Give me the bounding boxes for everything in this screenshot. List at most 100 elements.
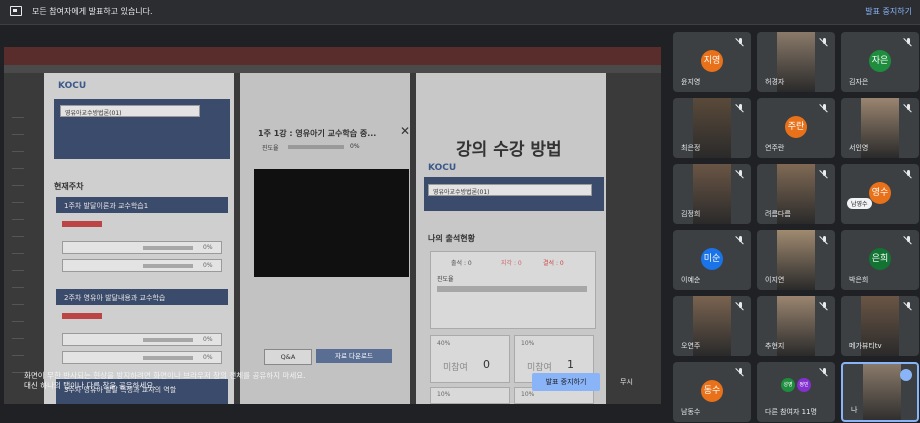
participant-name: 이지연 [765,276,785,284]
participant-tile[interactable]: 메가뷰티tv [841,296,919,356]
participant-name: 박은희 [849,276,869,284]
ignore-button[interactable]: 무시 [620,377,633,387]
participant-name: 려름다름 [765,210,791,218]
mic-off-icon [820,368,829,377]
participant-tile[interactable]: 허경자 [757,32,835,92]
participant-name: 나 [851,406,858,414]
progress-pct: 0% [350,143,360,150]
video-player[interactable] [254,169,409,277]
participant-avatar: 미순 [701,248,723,270]
present-screen-icon [10,6,22,16]
participant-avatar: 동수 [701,380,723,402]
participant-tile[interactable]: 지영 윤지영 [673,32,751,92]
close-icon[interactable]: ✕ [400,124,410,138]
participant-name: 추현지 [765,342,785,350]
participant-tile[interactable]: 최은정 [673,98,751,158]
download-button[interactable]: 자료 다운로드 [316,349,392,363]
progress-bar [288,145,344,149]
participant-name: 이예순 [681,276,701,284]
participant-avatar: 지영 [701,50,723,72]
course-select[interactable]: 영유아교수방법론(01) [60,105,200,117]
stat-cell-1: 40% 미참여 0 [430,335,510,383]
stat-cell-3: 10% [430,387,510,404]
participant-name: 남동수 [681,408,701,416]
week2-header[interactable]: 2주차 영유아 발달내용과 교수학습 [56,289,228,305]
stop-presenting-button[interactable]: 발표 중지하기 [532,373,600,391]
mic-off-icon [904,236,913,245]
powerpoint-titlebar [4,47,661,65]
shared-screen: KOCU 영유아교수방법론(01) 현재주차 1주차 발달이론과 교수학습1 0… [4,47,661,404]
slide-title: 강의 수강 방법 [456,140,562,160]
mic-off-icon [736,302,745,311]
mic-off-icon [904,302,913,311]
kocu-logo: KOCU [58,81,87,91]
self-tile[interactable]: 나 [841,362,919,422]
progress-label: 진도율 [262,145,279,152]
week1-badge [62,221,102,227]
course-select-2[interactable]: 영유아교수방법론(01) [428,184,592,196]
participant-tile[interactable]: 미순 이예순 [673,230,751,290]
current-week-title: 현재주차 [54,182,84,191]
participant-tile[interactable]: 이지연 [757,230,835,290]
mic-off-icon [904,38,913,47]
mic-off-icon [736,38,745,47]
participant-tile[interactable]: 동수 남동수 [673,362,751,422]
participant-tile[interactable]: 려름다름 [757,164,835,224]
week1-header[interactable]: 1주차 발달이론과 교수학습1 [56,197,228,213]
kocu-logo-2: KOCU [428,163,457,173]
presenting-banner: 모든 참여자에게 발표하고 있습니다. 발표 중지하기 [0,0,920,25]
participant-name: 연주란 [765,144,785,152]
participant-video [863,364,901,420]
presenting-message: 모든 참여자에게 발표하고 있습니다. [32,7,153,16]
mic-off-icon [904,170,913,179]
other-participant-avatar: 성영 [781,378,795,392]
week1-item1[interactable]: 0% [62,241,222,254]
mic-off-icon [820,104,829,113]
participant-tile[interactable]: 서인영 [841,98,919,158]
week2-item1[interactable]: 0% [62,333,222,346]
lms-page-left: KOCU 영유아교수방법론(01) 현재주차 1주차 발달이론과 교수학습1 0… [44,73,234,404]
participant-name: 다른 참여자 11명 [765,408,817,416]
participant-avatar: 주란 [785,116,807,138]
participant-name: 서인영 [849,144,869,152]
mic-off-icon [820,236,829,245]
attendance-title: 나의 출석현황 [428,234,475,243]
participant-tile[interactable]: 성영 정민다른 참여자 11명 [757,362,835,422]
qa-button[interactable]: Q&A [264,349,312,365]
participant-tile[interactable]: 주란 연주란 [757,98,835,158]
mic-off-icon [736,104,745,113]
mic-off-icon [736,170,745,179]
participant-name: 오연주 [681,342,701,350]
mic-off-icon [736,368,745,377]
mic-off-icon [820,170,829,179]
week2-badge [62,313,102,319]
participant-name: 메가뷰티tv [849,342,882,350]
attendance-card: 출석 : 0 지각 : 0 결석 : 0 진도율 [430,251,596,329]
week1-item2[interactable]: 0% [62,259,222,272]
lecture-title: 1주 1강 : 영유아기 교수학습 중... [258,129,377,138]
mic-off-icon [820,302,829,311]
participant-tile[interactable]: 은희 박은희 [841,230,919,290]
other-participant-avatar: 정민 [797,378,811,392]
participant-name: 김정희 [681,210,701,218]
participant-tile[interactable]: 자은 김자은 [841,32,919,92]
participant-tile[interactable]: 영수 남영수 [841,164,919,224]
mic-off-icon [736,236,745,245]
participant-avatar: 자은 [869,50,891,72]
participant-name: 윤지영 [681,78,701,86]
participant-tile[interactable]: 오연주 [673,296,751,356]
mic-off-icon [904,104,913,113]
slide-thumbnails [12,117,24,397]
participant-avatar: 영수 [869,182,891,204]
week2-item2[interactable]: 0% [62,351,222,364]
speaking-indicator-icon [900,369,912,381]
mic-off-icon [820,38,829,47]
participant-name: 최은정 [681,144,701,152]
participant-tile[interactable]: 추현지 [757,296,835,356]
participant-name: 허경자 [765,78,785,86]
stop-presenting-link[interactable]: 발표 중지하기 [865,6,912,17]
participant-name: 김자은 [849,78,869,86]
powerpoint-ribbon [4,65,661,73]
participant-avatar: 은희 [869,248,891,270]
participant-tile[interactable]: 김정희 [673,164,751,224]
